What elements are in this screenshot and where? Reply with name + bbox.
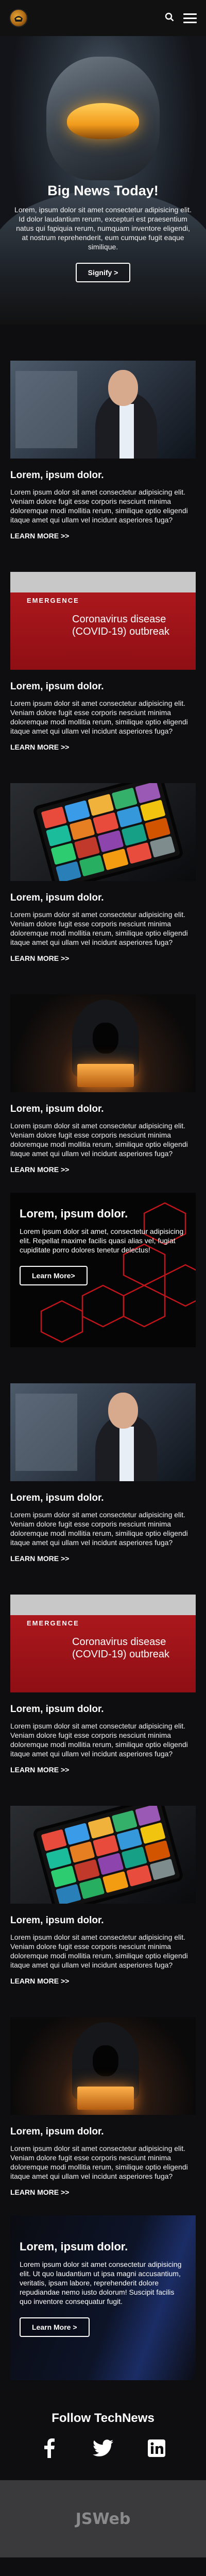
feature-banner-blue: Lorem, ipsum dolor. Lorem ipsum dolor si… (10, 2215, 196, 2380)
article-card: Lorem, ipsum dolor. Lorem ipsum dolor si… (0, 958, 206, 1174)
follow-section: Follow TechNews (0, 2380, 206, 2480)
article-card: Lorem, ipsum dolor. Lorem ipsum dolor si… (0, 1347, 206, 1563)
site-logo[interactable] (9, 9, 28, 27)
article-card: Lorem, ipsum dolor. Lorem ipsum dolor si… (0, 1981, 206, 2196)
follow-title: Follow TechNews (52, 2411, 154, 2425)
article-image-covid[interactable]: EMERGENCE Coronavirus disease (COVID-19)… (10, 1595, 196, 1692)
header-actions (165, 12, 197, 24)
learn-more-link[interactable]: LEARN MORE >> (10, 1977, 69, 1985)
hero-helmet-image (46, 57, 160, 180)
article-text: Lorem ipsum dolor sit amet consectetur a… (10, 1511, 188, 1547)
article-text: Lorem ipsum dolor sit amet consectetur a… (10, 699, 188, 735)
article-text: Lorem ipsum dolor sit amet consectetur a… (10, 1122, 188, 1158)
feature-text: Lorem ipsum dolor sit amet, consectetur … (20, 1227, 184, 1254)
article-image-speaker[interactable] (10, 361, 196, 459)
footer-brand: JSWeb (75, 2510, 131, 2528)
article-image-hacker[interactable] (10, 2017, 196, 2115)
hero-text: Lorem, ipsum dolor sit amet consectetur … (14, 206, 192, 251)
article-image-covid[interactable]: EMERGENCE Coronavirus disease (COVID-19)… (10, 572, 196, 670)
feature-text: Lorem ipsum dolor sit amet consectetur a… (20, 2260, 182, 2306)
article-title: Lorem, ipsum dolor. (10, 1104, 104, 1114)
article-image-hacker[interactable] (10, 994, 196, 1092)
linkedin-icon[interactable] (145, 2437, 168, 2460)
site-footer: JSWeb (0, 2480, 206, 2557)
feature-content: Lorem, ipsum dolor. Lorem ipsum dolor si… (20, 2230, 186, 2337)
learn-more-link[interactable]: LEARN MORE >> (10, 743, 69, 751)
article-text: Lorem ipsum dolor sit amet consectetur a… (10, 1722, 188, 1758)
image-label: EMERGENCE (27, 597, 79, 604)
article-card: Lorem, ipsum dolor. Lorem ipsum dolor si… (0, 747, 206, 962)
feature-title: Lorem, ipsum dolor. (20, 1207, 128, 1220)
article-text: Lorem ipsum dolor sit amet consectetur a… (10, 488, 188, 524)
article-title: Lorem, ipsum dolor. (10, 892, 104, 903)
image-label: EMERGENCE (27, 1619, 79, 1627)
article-text: Lorem ipsum dolor sit amet consectetur a… (10, 910, 188, 946)
helmet-logo-icon (14, 16, 23, 22)
article-card: EMERGENCE Coronavirus disease (COVID-19)… (0, 536, 206, 751)
learn-more-link[interactable]: LEARN MORE >> (10, 1766, 69, 1774)
feature-title: Lorem, ipsum dolor. (20, 2240, 128, 2253)
search-icon[interactable] (165, 12, 174, 24)
article-card: EMERGENCE Coronavirus disease (COVID-19)… (0, 1558, 206, 1774)
site-header (0, 0, 206, 36)
learn-more-link[interactable]: LEARN MORE >> (10, 532, 69, 540)
feature-banner-red: Lorem, ipsum dolor. Lorem ipsum dolor si… (10, 1193, 196, 1347)
social-links (0, 2437, 206, 2460)
image-caption: Coronavirus disease (COVID-19) outbreak (72, 1636, 169, 1660)
hero-banner: Big News Today! Lorem, ipsum dolor sit a… (0, 36, 206, 325)
feature-learn-more-button[interactable]: Learn More > (20, 2317, 90, 2337)
article-card: Lorem, ipsum dolor. Lorem ipsum dolor si… (0, 1770, 206, 1985)
feature-content: Lorem, ipsum dolor. Lorem ipsum dolor si… (20, 1207, 186, 1285)
article-title: Lorem, ipsum dolor. (10, 1915, 104, 1926)
article-text: Lorem ipsum dolor sit amet consectetur a… (10, 2144, 188, 2180)
article-title: Lorem, ipsum dolor. (10, 470, 104, 481)
hero-signify-button[interactable]: Signify > (75, 263, 131, 282)
feature-learn-more-button[interactable]: Learn More> (20, 1266, 88, 1285)
learn-more-link[interactable]: LEARN MORE >> (10, 954, 69, 962)
article-title: Lorem, ipsum dolor. (10, 681, 104, 692)
menu-icon[interactable] (183, 13, 197, 23)
article-text: Lorem ipsum dolor sit amet consectetur a… (10, 1933, 188, 1969)
facebook-icon[interactable] (38, 2437, 61, 2460)
article-image-phone[interactable] (10, 1806, 196, 1904)
article-title: Lorem, ipsum dolor. (10, 2126, 104, 2137)
article-image-speaker[interactable] (10, 1383, 196, 1481)
learn-more-link[interactable]: LEARN MORE >> (10, 2188, 69, 2196)
learn-more-link[interactable]: LEARN MORE >> (10, 1554, 69, 1563)
article-title: Lorem, ipsum dolor. (10, 1704, 104, 1715)
article-title: Lorem, ipsum dolor. (10, 1493, 104, 1503)
hero-content: Big News Today! Lorem, ipsum dolor sit a… (0, 183, 206, 282)
twitter-icon[interactable] (92, 2437, 114, 2460)
article-card: Lorem, ipsum dolor. Lorem ipsum dolor si… (0, 325, 206, 540)
image-caption: Coronavirus disease (COVID-19) outbreak (72, 614, 169, 637)
article-image-phone[interactable] (10, 783, 196, 881)
hero-title: Big News Today! (47, 183, 159, 198)
learn-more-link[interactable]: LEARN MORE >> (10, 1165, 69, 1174)
